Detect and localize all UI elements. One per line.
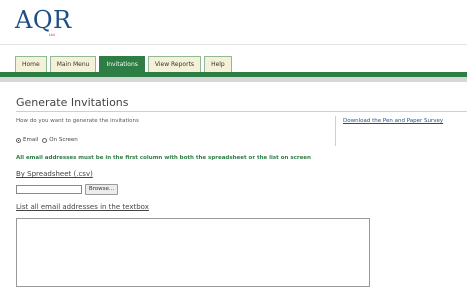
spreadsheet-label: By Spreadsheet (.csv) <box>16 170 93 178</box>
radio-on-screen-label: On Screen <box>49 137 78 143</box>
generation-question: How do you want to generate the invitati… <box>16 118 139 124</box>
title-divider <box>16 111 467 112</box>
logo: AQR Ltd <box>15 6 75 42</box>
file-path-input[interactable] <box>16 185 82 194</box>
main-nav: Home Main Menu Invitations View Reports … <box>15 56 235 72</box>
tab-home[interactable]: Home <box>15 56 47 72</box>
tab-help[interactable]: Help <box>204 56 232 72</box>
textbox-label: List all email addresses in the textbox <box>16 203 149 211</box>
tab-invitations[interactable]: Invitations <box>99 56 145 72</box>
email-list-textarea[interactable] <box>16 218 370 287</box>
radio-on-screen[interactable] <box>42 137 48 143</box>
logo-suffix: Ltd <box>49 32 55 37</box>
browse-button[interactable]: Browse... <box>85 184 118 195</box>
radio-on-screen-option[interactable]: On Screen <box>42 137 78 143</box>
vertical-divider <box>335 116 336 146</box>
generation-method-group: Email On Screen <box>16 137 82 143</box>
radio-email[interactable] <box>16 137 21 143</box>
tab-view-reports[interactable]: View Reports <box>147 56 202 72</box>
download-pen-paper-link[interactable]: Download the Pen and Paper Survey <box>343 118 443 124</box>
nav-underbar <box>0 77 467 82</box>
radio-email-label: Email <box>23 137 39 143</box>
logo-text: AQR <box>15 6 72 34</box>
email-column-warning: All email addresses must be in the first… <box>16 155 311 161</box>
tab-main-menu[interactable]: Main Menu <box>49 56 97 72</box>
page-title: Generate Invitations <box>16 96 129 109</box>
header-divider <box>0 44 467 45</box>
radio-email-option[interactable]: Email <box>16 137 38 143</box>
